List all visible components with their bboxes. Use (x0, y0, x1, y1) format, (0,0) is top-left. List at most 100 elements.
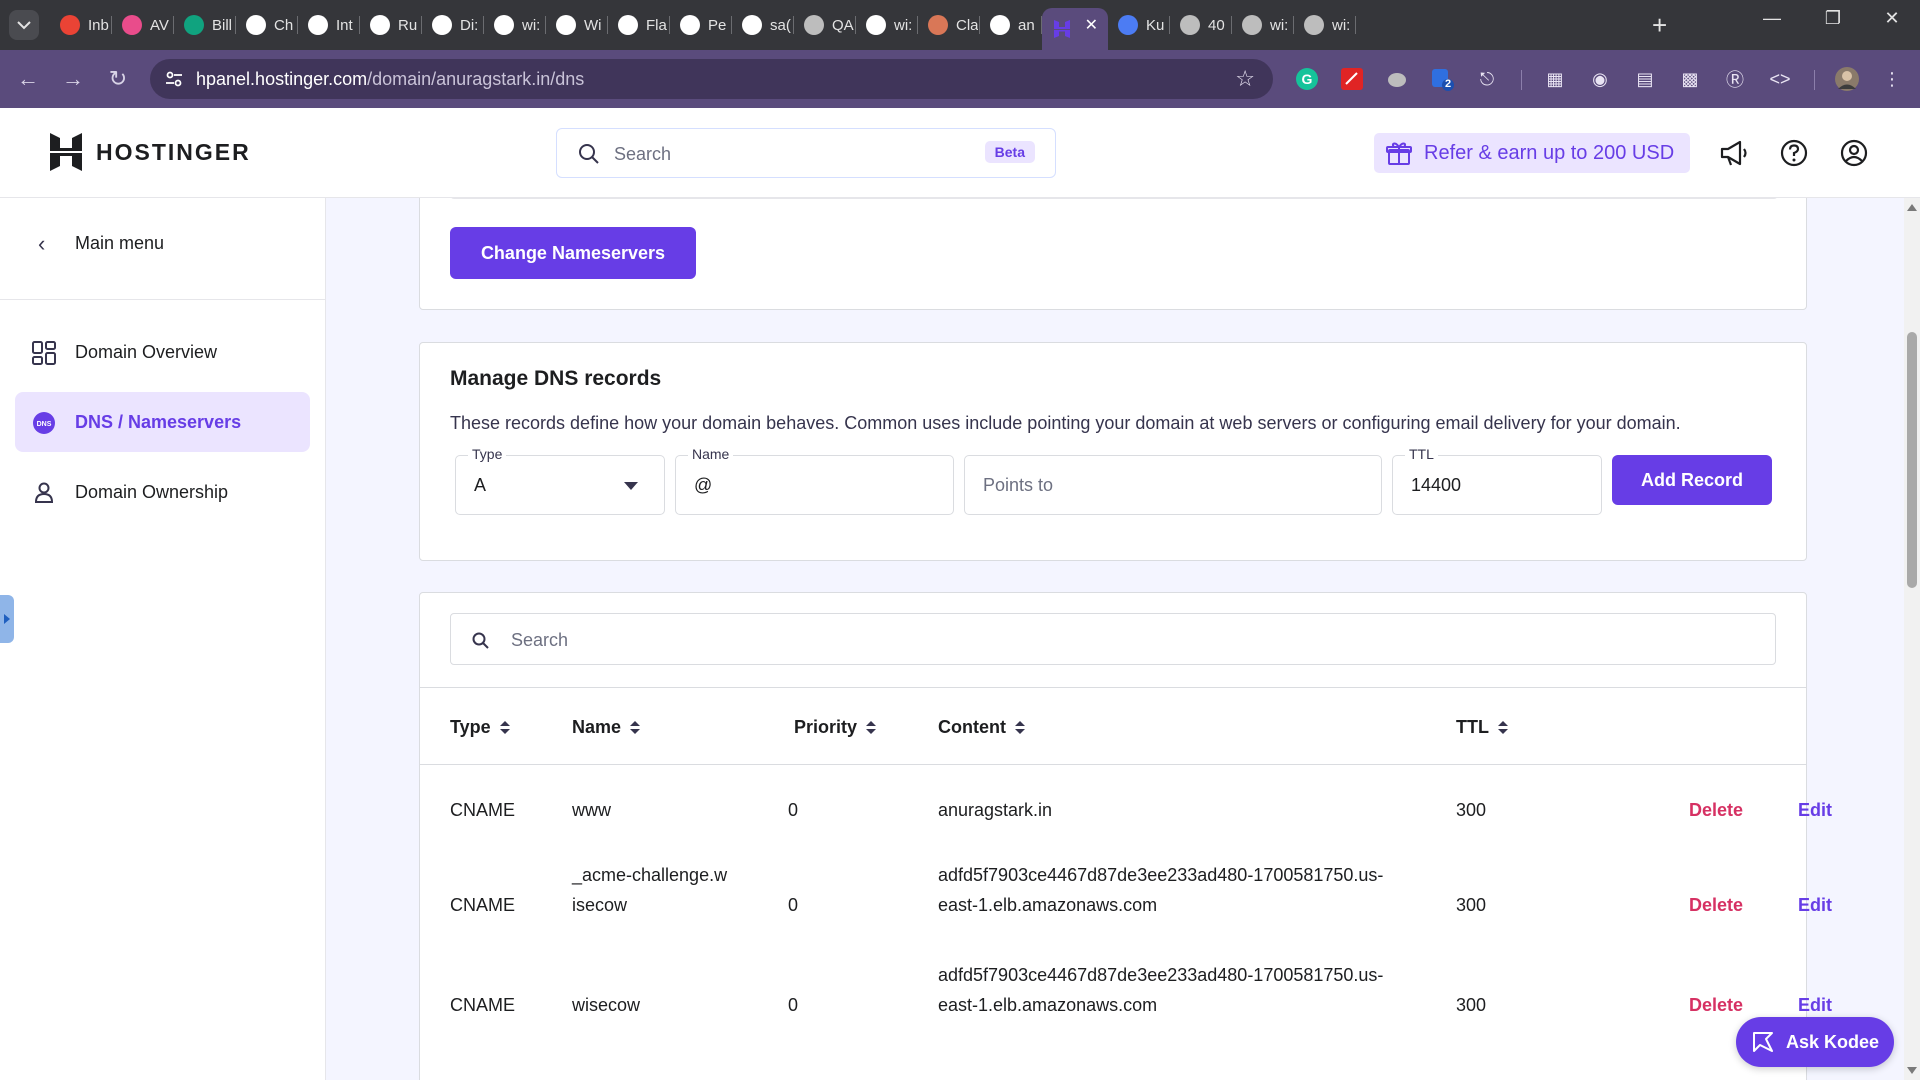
pdf-extension-icon[interactable] (1337, 64, 1367, 94)
browser-tab[interactable]: Ch (236, 8, 298, 42)
points-to-input[interactable]: Points to (964, 455, 1382, 515)
column-priority[interactable]: Priority (794, 717, 877, 738)
search-icon (579, 144, 599, 164)
edit-button[interactable]: Edit (1798, 895, 1832, 916)
main-menu-link[interactable]: ‹ Main menu (0, 198, 325, 300)
column-name[interactable]: Name (572, 717, 641, 738)
scroll-down-arrow-icon[interactable] (1907, 1067, 1917, 1074)
devtools-code-icon[interactable]: <> (1765, 64, 1795, 94)
browser-tab[interactable]: sa( (732, 8, 794, 42)
close-window-button[interactable]: ✕ (1872, 8, 1912, 29)
help-icon[interactable] (1778, 137, 1810, 169)
reading-mode-icon[interactable]: ▤ (1630, 64, 1660, 94)
browser-tab[interactable]: Ku (1108, 8, 1170, 42)
ask-kodee-button[interactable]: Ask Kodee (1736, 1017, 1894, 1067)
change-nameservers-button[interactable]: Change Nameservers (450, 227, 696, 279)
browser-menu-icon[interactable]: ⋮ (1877, 64, 1907, 94)
cube-icon (122, 15, 142, 35)
browser-tab[interactable]: Fla (608, 8, 670, 42)
browser-tab[interactable]: Wi (546, 8, 608, 42)
name-input[interactable]: Name @ (675, 446, 954, 515)
browser-tab[interactable]: wi: (484, 8, 546, 42)
type-value: A (474, 475, 487, 495)
screenshot-icon[interactable]: ◉ (1585, 64, 1615, 94)
browser-tab[interactable]: Int (298, 8, 360, 42)
close-tab-icon[interactable]: ✕ (1085, 15, 1098, 35)
delete-button[interactable]: Delete (1689, 995, 1743, 1016)
hostinger-logo[interactable]: HOSTINGER (48, 133, 251, 171)
translate-icon[interactable]: Ⓡ (1720, 64, 1750, 94)
sidebar-item-domain-overview[interactable]: Domain Overview (15, 322, 310, 382)
records-search-input[interactable]: Search (450, 613, 1776, 665)
delete-button[interactable]: Delete (1689, 895, 1743, 916)
reload-button[interactable]: ↻ (103, 64, 133, 94)
svg-text:DNS: DNS (37, 421, 52, 428)
ttl-label: TTL (1405, 446, 1438, 462)
tab-search-button[interactable] (9, 10, 39, 40)
grammarly-icon[interactable]: G (1292, 64, 1322, 94)
browser-tab[interactable]: Inb (50, 8, 112, 42)
sort-icon (630, 720, 641, 735)
extension-badge-icon[interactable]: 2 (1427, 64, 1457, 94)
browser-tab[interactable]: Di: (422, 8, 484, 42)
profile-avatar[interactable] (1832, 64, 1862, 94)
browser-tab[interactable]: wi: (856, 8, 918, 42)
claude-icon (928, 15, 948, 35)
header-search-input[interactable]: Search Beta (556, 128, 1056, 178)
ttl-input[interactable]: TTL 14400 (1392, 446, 1602, 515)
column-ttl[interactable]: TTL (1456, 717, 1508, 738)
page-scrollbar[interactable] (1904, 198, 1920, 1080)
add-record-button[interactable]: Add Record (1612, 455, 1772, 505)
chevron-down-icon (17, 21, 31, 30)
sidebar-item-label: DNS / Nameservers (75, 412, 242, 432)
browser-tab[interactable]: Pe (670, 8, 732, 42)
browser-tab[interactable]: AV (112, 8, 174, 42)
browser-tab[interactable]: an (980, 8, 1042, 42)
back-button[interactable]: ← (13, 64, 43, 94)
type-select[interactable]: Type A (455, 446, 665, 515)
record-ttl: 300 (1456, 800, 1487, 820)
address-bar[interactable]: hpanel.hostinger.com/domain/anuragstark.… (150, 59, 1273, 99)
sort-icon (1498, 720, 1508, 735)
account-icon[interactable] (1838, 137, 1870, 169)
bookmark-star-icon[interactable]: ☆ (1235, 66, 1255, 92)
edit-button[interactable]: Edit (1798, 800, 1832, 821)
column-content[interactable]: Content (938, 717, 1025, 738)
edit-button[interactable]: Edit (1798, 995, 1832, 1016)
browser-tab[interactable]: wi: (1232, 8, 1294, 42)
scroll-thumb[interactable] (1907, 332, 1917, 588)
sort-icon (1014, 720, 1025, 735)
sidebar-item-dns-nameservers[interactable]: DNS DNS / Nameservers (15, 392, 310, 452)
main-content: Change Nameservers Manage DNS records Th… (326, 198, 1904, 1080)
tab-grid-icon[interactable]: ▦ (1540, 64, 1570, 94)
browser-tab[interactable]: Cla (918, 8, 980, 42)
minimize-button[interactable]: — (1752, 8, 1792, 29)
browser-tab-label: wi: (1332, 16, 1351, 34)
qr-code-icon[interactable]: ▩ (1675, 64, 1705, 94)
sidebar-item-domain-ownership[interactable]: Domain Ownership (15, 462, 310, 522)
record-name: wisecow (572, 995, 641, 1015)
ttl-value: 14400 (1411, 475, 1462, 495)
github-icon (866, 15, 886, 35)
forward-button[interactable]: → (58, 64, 88, 94)
scroll-up-arrow-icon[interactable] (1907, 204, 1917, 211)
browser-tab[interactable]: Bill (174, 8, 236, 42)
extensions-puzzle-icon[interactable]: ⎋ (1472, 64, 1502, 94)
browser-tab[interactable]: QA (794, 8, 856, 42)
new-tab-button[interactable]: + (1652, 10, 1667, 40)
restore-button[interactable]: ❐ (1813, 8, 1853, 29)
refer-earn-button[interactable]: Refer & earn up to 200 USD (1374, 133, 1690, 173)
site-info-icon[interactable] (164, 69, 186, 89)
delete-button[interactable]: Delete (1689, 800, 1743, 821)
side-panel-toggle[interactable] (0, 595, 14, 643)
column-type[interactable]: Type (450, 717, 510, 738)
search-icon (472, 632, 489, 649)
browser-tab[interactable]: 40 (1170, 8, 1232, 42)
openai-icon (308, 15, 328, 35)
browser-tab[interactable]: wi: (1294, 8, 1356, 42)
browser-tab-active[interactable]: ✕ (1042, 8, 1108, 50)
megaphone-icon[interactable] (1718, 137, 1750, 169)
extension-icon[interactable] (1382, 64, 1412, 94)
browser-tab[interactable]: Ru (360, 8, 422, 42)
manage-dns-title: Manage DNS records (450, 367, 662, 390)
